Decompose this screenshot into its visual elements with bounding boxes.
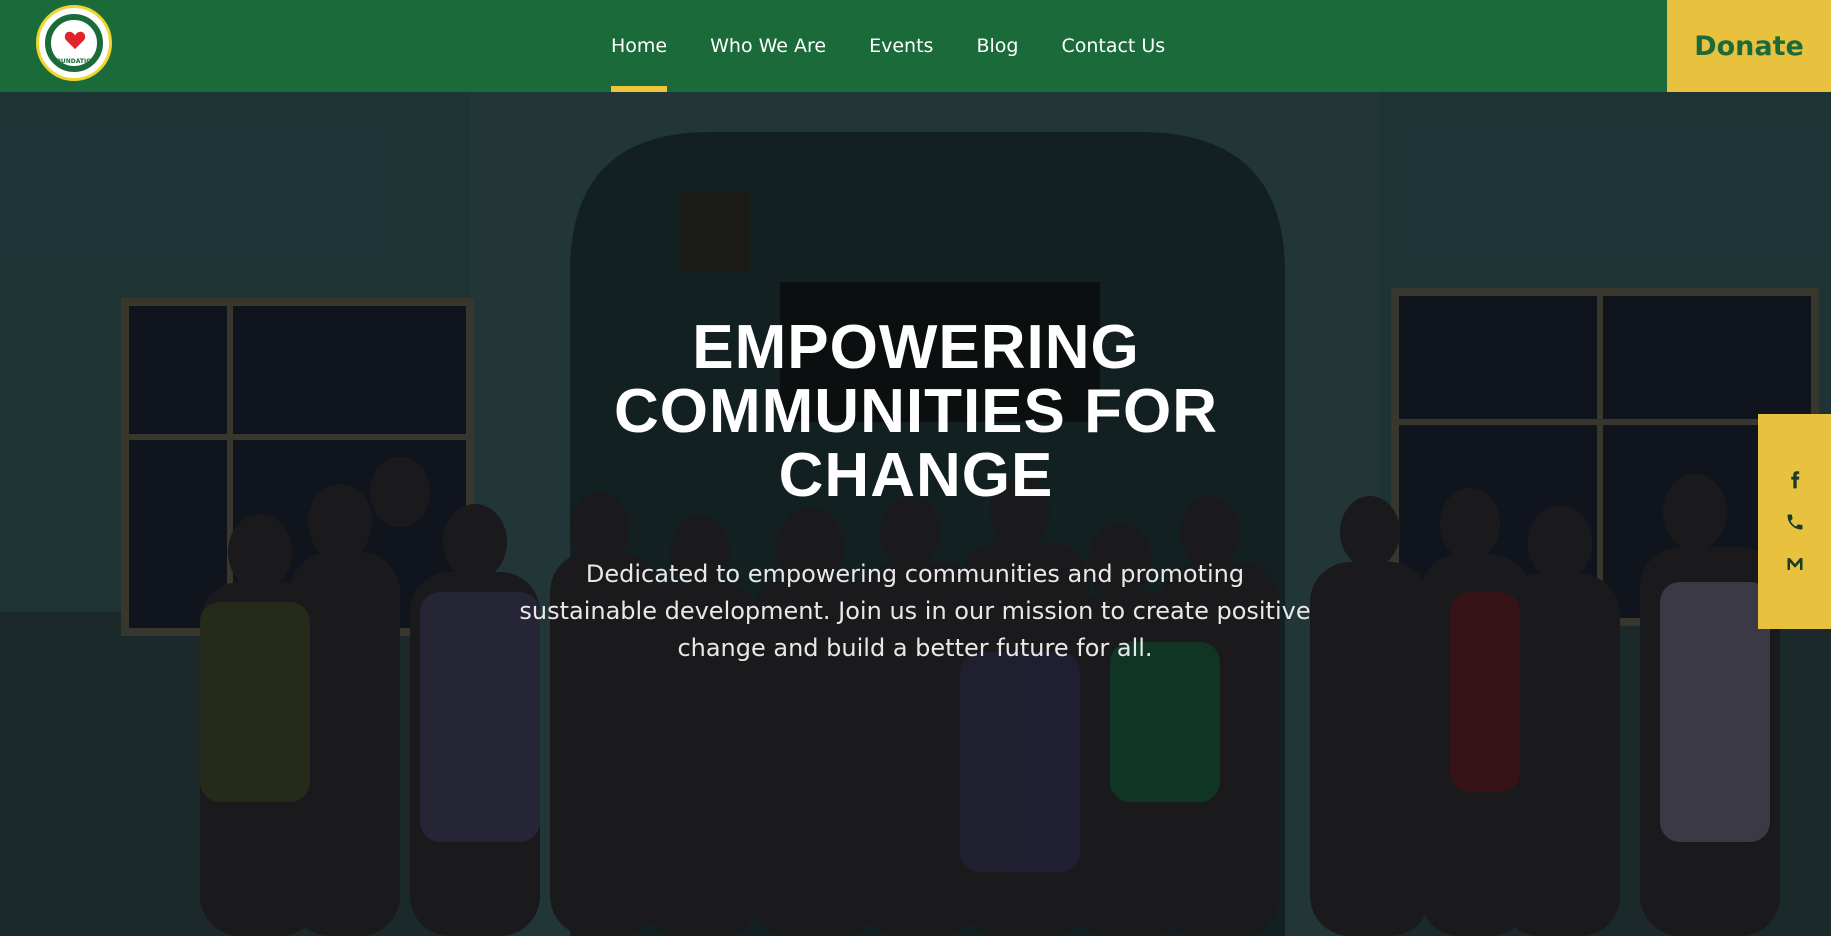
phone-icon[interactable] xyxy=(1782,509,1808,535)
nav-item-contact-us[interactable]: Contact Us xyxy=(1061,0,1165,92)
hero-description-line-3: change and build a better future for all… xyxy=(677,634,1153,662)
hero-section: EMPOWERING COMMUNITIES FOR CHANGE Dedica… xyxy=(0,92,1831,936)
nav-item-home[interactable]: Home xyxy=(611,0,668,92)
heart-icon xyxy=(64,31,86,50)
nav-item-events[interactable]: Events xyxy=(869,0,933,92)
foundation-logo[interactable]: FOUNDATION xyxy=(36,5,112,81)
logo-label: FOUNDATION xyxy=(51,58,97,65)
social-links-bar xyxy=(1758,414,1831,629)
facebook-icon[interactable] xyxy=(1782,467,1808,493)
hero-headline-line-1: EMPOWERING xyxy=(692,313,1140,382)
logo-emblem: FOUNDATION xyxy=(45,14,103,72)
nav-item-who-we-are[interactable]: Who We Are xyxy=(710,0,826,92)
hero-headline-line-3: CHANGE xyxy=(778,441,1054,510)
mail-icon[interactable] xyxy=(1782,551,1808,577)
main-nav: Home Who We Are Events Blog Contact Us xyxy=(611,0,1208,92)
hero-description-line-1: Dedicated to empowering communities and … xyxy=(585,560,1245,588)
donate-button[interactable]: Donate xyxy=(1667,0,1831,92)
top-navbar: FOUNDATION Home Who We Are Events Blog C… xyxy=(0,0,1831,92)
hero-description-line-2: sustainable development. Join us in our … xyxy=(519,597,1311,625)
nav-item-blog[interactable]: Blog xyxy=(976,0,1018,92)
hero-headline: EMPOWERING COMMUNITIES FOR CHANGE xyxy=(516,316,1316,508)
hero-dark-overlay xyxy=(0,92,1831,936)
hero-headline-line-2: COMMUNITIES FOR xyxy=(614,377,1218,446)
hero-description: Dedicated to empowering communities and … xyxy=(455,556,1375,667)
